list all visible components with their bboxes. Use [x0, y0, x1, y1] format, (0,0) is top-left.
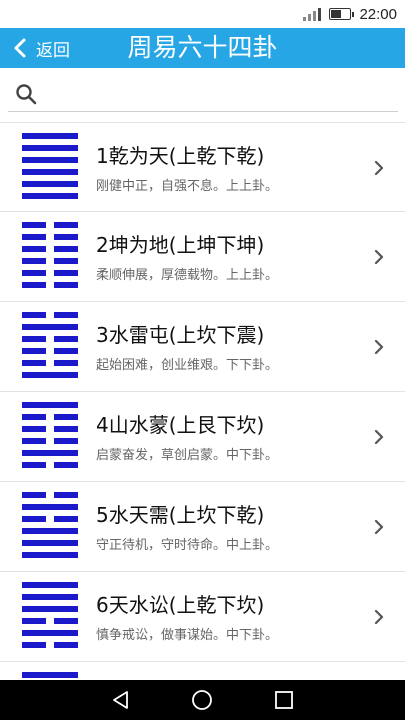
- item-subtitle: 启蒙奋发，草创启蒙。中下卦。: [96, 448, 279, 463]
- list-item[interactable]: [0, 662, 405, 680]
- yang-line: [22, 181, 78, 187]
- hexagram-icon: [22, 672, 78, 680]
- list-item[interactable]: 4山水蒙(上艮下坎) 启蒙奋发，草创启蒙。中下卦。: [0, 392, 405, 482]
- chevron-right-icon: [374, 249, 384, 265]
- chevron-right-icon: [374, 429, 384, 445]
- yang-line: [22, 193, 78, 199]
- chevron-left-icon: [14, 38, 26, 58]
- yin-line: [22, 516, 78, 522]
- search-input[interactable]: [8, 80, 398, 112]
- yin-line: [22, 426, 78, 432]
- item-title: 3水雷屯(上坎下震): [96, 323, 265, 347]
- yang-line: [22, 540, 78, 546]
- search-bar: [0, 68, 405, 122]
- item-title: 2坤为地(上坤下坤): [96, 233, 265, 257]
- back-label: 返回: [36, 40, 70, 61]
- yin-line: [22, 246, 78, 252]
- yin-line: [22, 414, 78, 420]
- nav-home-button[interactable]: [190, 688, 214, 712]
- yang-line: [22, 450, 78, 456]
- chevron-right-icon: [374, 609, 384, 625]
- item-subtitle: 柔顺伸展，厚德载物。上上卦。: [96, 268, 279, 283]
- yin-line: [22, 462, 78, 468]
- yang-line: [22, 582, 78, 588]
- hexagram-icon: [22, 582, 78, 648]
- list-item[interactable]: 3水雷屯(上坎下震) 起始困难，创业维艰。下下卦。: [0, 302, 405, 392]
- hexagram-icon: [22, 222, 78, 288]
- list-item[interactable]: 1乾为天(上乾下乾) 刚健中正，自强不息。上上卦。: [0, 122, 405, 212]
- yin-line: [22, 336, 78, 342]
- chevron-right-icon: [374, 519, 384, 535]
- item-title: 1乾为天(上乾下乾): [96, 144, 265, 168]
- chevron-right-icon: [374, 160, 384, 176]
- yang-line: [22, 133, 78, 139]
- yang-line: [22, 145, 78, 151]
- yin-line: [22, 312, 78, 318]
- hexagram-icon: [22, 492, 78, 558]
- status-bar: 22:00: [0, 0, 405, 28]
- hexagram-icon: [22, 402, 78, 468]
- yang-line: [22, 552, 78, 558]
- yang-line: [22, 672, 78, 678]
- yin-line: [22, 438, 78, 444]
- app-header: 返回 周易六十四卦: [0, 28, 405, 68]
- yang-line: [22, 606, 78, 612]
- yang-line: [22, 528, 78, 534]
- battery-fill: [331, 10, 342, 18]
- yin-line: [22, 234, 78, 240]
- yang-line: [22, 324, 78, 330]
- item-title: 5水天需(上坎下乾): [96, 503, 265, 527]
- yang-line: [22, 630, 78, 636]
- nav-recents-button[interactable]: [272, 688, 296, 712]
- yin-line: [22, 360, 78, 366]
- navigation-bar: [0, 680, 405, 720]
- nav-back-button[interactable]: [109, 688, 133, 712]
- triangle-back-icon: [112, 691, 128, 709]
- yin-line: [22, 618, 78, 624]
- yin-line: [22, 282, 78, 288]
- item-title: 4山水蒙(上艮下坎): [96, 413, 265, 437]
- yang-line: [22, 594, 78, 600]
- item-title: 6天水讼(上乾下坎): [96, 593, 265, 617]
- yin-line: [22, 258, 78, 264]
- yang-line: [22, 402, 78, 408]
- item-subtitle: 起始困难，创业维艰。下下卦。: [96, 358, 279, 373]
- signal-icon: [303, 7, 322, 21]
- hexagram-list: 1乾为天(上乾下乾) 刚健中正，自强不息。上上卦。 2坤为地(上坤下坤) 柔顺伸展，厚…: [0, 122, 405, 680]
- battery-icon: [329, 8, 355, 20]
- yang-line: [22, 169, 78, 175]
- circle-home-icon: [192, 690, 213, 710]
- yang-line: [22, 157, 78, 163]
- yang-line: [22, 504, 78, 510]
- item-subtitle: 慎争戒讼，做事谋始。中下卦。: [96, 628, 279, 643]
- yin-line: [22, 492, 78, 498]
- square-recents-icon: [275, 691, 294, 709]
- back-button[interactable]: 返回: [10, 28, 70, 68]
- yin-line: [22, 222, 78, 228]
- list-item[interactable]: 5水天需(上坎下乾) 守正待机，守时待命。中上卦。: [0, 482, 405, 572]
- hexagram-icon: [22, 312, 78, 378]
- search-icon[interactable]: [14, 82, 38, 106]
- yin-line: [22, 642, 78, 648]
- screen: 22:00 返回 周易六十四卦 1乾为天(上乾下乾) 刚健中正，自强不息。上上卦。…: [0, 0, 405, 720]
- item-subtitle: 刚健中正，自强不息。上上卦。: [96, 179, 279, 194]
- hexagram-icon: [22, 133, 78, 199]
- chevron-right-icon: [374, 339, 384, 355]
- list-item[interactable]: 6天水讼(上乾下坎) 慎争戒讼，做事谋始。中下卦。: [0, 572, 405, 662]
- yin-line: [22, 270, 78, 276]
- yin-line: [22, 348, 78, 354]
- list-item[interactable]: 2坤为地(上坤下坤) 柔顺伸展，厚德载物。上上卦。: [0, 212, 405, 302]
- yang-line: [22, 372, 78, 378]
- item-subtitle: 守正待机，守时待命。中上卦。: [96, 538, 279, 553]
- status-time: 22:00: [359, 5, 397, 23]
